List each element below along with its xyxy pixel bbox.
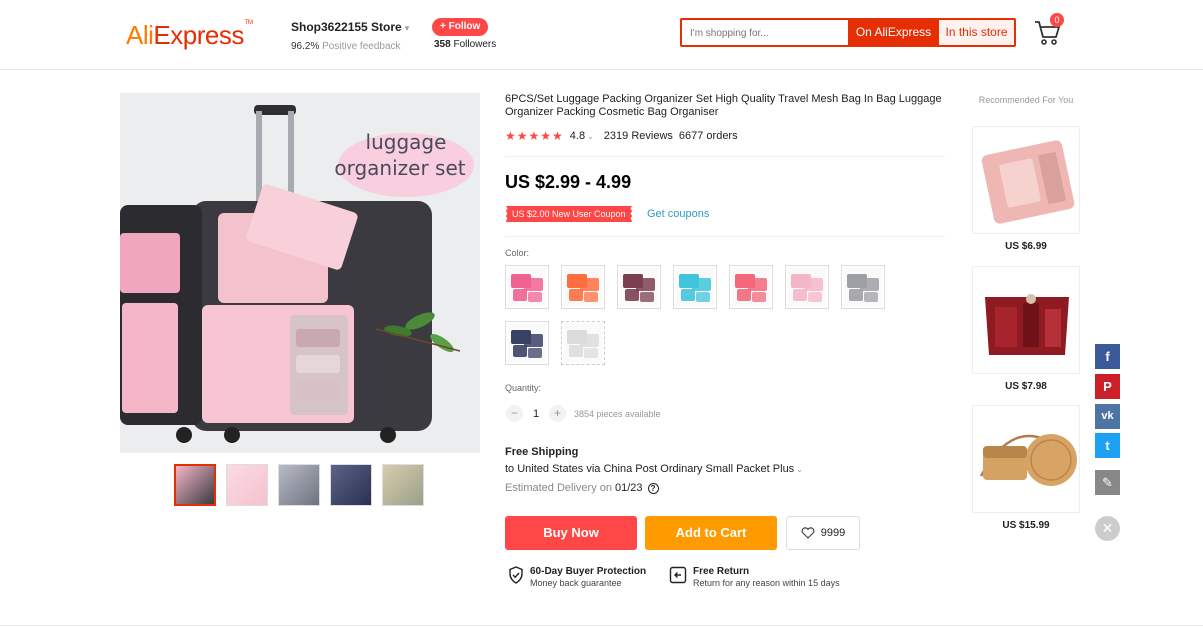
thumbnail-2[interactable]: [226, 464, 268, 506]
followers-count: 358 Followers: [434, 39, 497, 50]
new-user-coupon-badge: US $2.00 New User Coupon: [505, 206, 632, 222]
recommended-price-2: US $7.98: [1005, 381, 1047, 392]
color-swatch-image: [564, 324, 602, 362]
quantity-increase-button[interactable]: +: [549, 405, 566, 422]
image-headline-2: organizer set: [334, 156, 465, 180]
search-in-store-button[interactable]: In this store: [939, 20, 1014, 45]
edit-icon[interactable]: ✎: [1095, 470, 1120, 495]
shipping-method-selector[interactable]: to United States via China Post Ordinary…: [505, 463, 803, 475]
divider: [505, 236, 945, 237]
color-swatch-image: [564, 268, 602, 306]
heart-icon: [801, 527, 815, 539]
buy-now-button[interactable]: Buy Now: [505, 516, 637, 550]
add-to-cart-button[interactable]: Add to Cart: [645, 516, 777, 550]
recommended-price-1: US $6.99: [1005, 241, 1047, 252]
aliexpress-logo[interactable]: AliExpressTM: [126, 20, 253, 51]
rating-score[interactable]: 4.8 ⌄: [570, 130, 594, 142]
color-swatch-image: [844, 268, 882, 306]
color-swatch[interactable]: [505, 265, 549, 309]
quantity-value[interactable]: 1: [523, 408, 549, 420]
rating-row: ★★★★★ 4.8 ⌄ 2319 Reviews 6677 orders: [505, 129, 738, 143]
color-swatch[interactable]: [561, 321, 605, 365]
color-swatch[interactable]: [561, 265, 605, 309]
color-swatch-image: [508, 268, 546, 306]
search-on-aliexpress-button[interactable]: On AliExpress: [848, 20, 939, 45]
color-swatch[interactable]: [785, 265, 829, 309]
cart-count-badge: 0: [1050, 13, 1064, 27]
quantity-stepper: − 1 + 3854 pieces available: [506, 405, 661, 422]
site-header: AliExpressTM Shop3622155 Store ▾ 96.2% Po…: [0, 0, 1203, 70]
orders-count: 6677 orders: [678, 130, 738, 142]
color-swatch-image: [732, 268, 770, 306]
thumbnail-1[interactable]: [174, 464, 216, 506]
help-icon[interactable]: ?: [647, 482, 659, 494]
search-bar: On AliExpress In this store: [680, 18, 1016, 47]
chevron-down-icon: ▾: [404, 23, 410, 33]
color-swatch-image: [676, 268, 714, 306]
shipping-title: Free Shipping: [505, 446, 579, 458]
recommended-price-3: US $15.99: [1002, 520, 1050, 531]
color-swatch-image: [508, 324, 546, 362]
free-return: Free Return Return for any reason within…: [669, 566, 840, 589]
color-swatch[interactable]: [729, 265, 773, 309]
buyer-protection: 60-Day Buyer Protection Money back guara…: [508, 566, 646, 589]
image-headline-1: luggage: [366, 130, 447, 154]
recommended-item-2[interactable]: [972, 266, 1080, 374]
follow-button[interactable]: + Follow: [432, 18, 489, 36]
twitter-icon[interactable]: t: [1095, 433, 1120, 458]
recommended-item-3[interactable]: [972, 405, 1080, 513]
close-icon[interactable]: ✕: [1095, 516, 1120, 541]
pieces-available: 3854 pieces available: [574, 408, 661, 419]
thumbnail-3[interactable]: [278, 464, 320, 506]
estimated-delivery: Estimated Delivery on 01/23 ?: [505, 482, 659, 494]
search-input[interactable]: [690, 24, 840, 42]
pinterest-icon[interactable]: P: [1095, 374, 1120, 399]
get-coupons-link[interactable]: Get coupons: [647, 206, 709, 222]
color-swatch[interactable]: [505, 321, 549, 365]
color-swatch[interactable]: [617, 265, 661, 309]
shield-icon: [509, 566, 523, 584]
wishlist-button[interactable]: 9999: [786, 516, 860, 550]
color-label: Color:: [505, 248, 530, 258]
recommended-item-1[interactable]: [972, 126, 1080, 234]
color-swatch[interactable]: [673, 265, 717, 309]
color-swatch-image: [788, 268, 826, 306]
store-name-link[interactable]: Shop3622155 Store ▾: [291, 20, 409, 34]
return-icon: [669, 566, 687, 584]
store-feedback: 96.2% Positive feedback: [291, 41, 401, 52]
reviews-link[interactable]: 2319 Reviews: [604, 130, 673, 142]
color-swatch[interactable]: [841, 265, 885, 309]
facebook-icon[interactable]: f: [1095, 344, 1120, 369]
divider: [0, 625, 1203, 626]
thumbnail-5[interactable]: [382, 464, 424, 506]
product-price: US $2.99 - 4.99: [505, 172, 632, 192]
main-product-image[interactable]: luggage organizer set: [120, 93, 480, 453]
thumbnail-4[interactable]: [330, 464, 372, 506]
chevron-down-icon: ⌄: [796, 465, 803, 474]
quantity-decrease-button[interactable]: −: [506, 405, 523, 422]
recommended-title: Recommended For You: [978, 95, 1074, 105]
star-rating-icon: ★★★★★: [505, 129, 564, 143]
product-title: 6PCS/Set Luggage Packing Organizer Set H…: [505, 93, 942, 118]
vk-icon[interactable]: vk: [1095, 404, 1120, 429]
divider: [505, 156, 945, 157]
color-swatch-image: [620, 268, 658, 306]
quantity-label: Quantity:: [505, 383, 542, 393]
